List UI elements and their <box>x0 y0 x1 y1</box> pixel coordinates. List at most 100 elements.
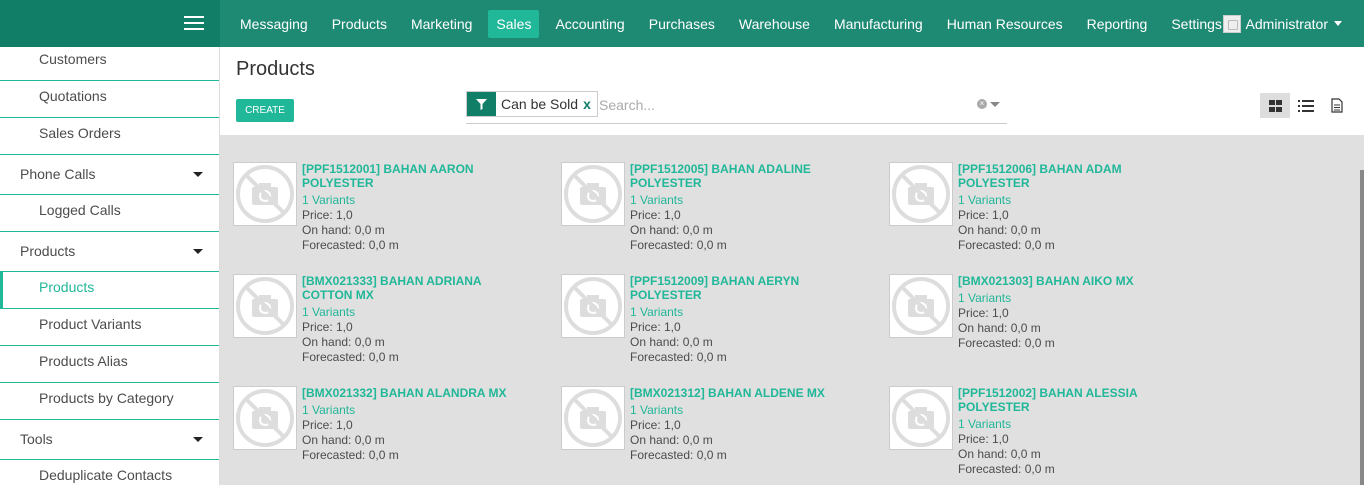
product-name[interactable]: [BMX021303] BAHAN AIKO MX <box>958 274 1183 288</box>
document-icon <box>1331 98 1343 113</box>
sidebar-item-2[interactable]: Sales Orders <box>0 118 219 155</box>
no-image-icon <box>564 277 622 335</box>
sidebar-section-10[interactable]: Tools <box>0 420 219 460</box>
menu-warehouse[interactable]: Warehouse <box>731 10 818 38</box>
product-variants-link[interactable]: 1 Variants <box>958 417 1183 432</box>
sidebar-section-5[interactable]: Products <box>0 232 219 272</box>
product-on-hand: On hand: 0,0 m <box>958 447 1041 461</box>
product-card[interactable]: [BMX021333] BAHAN ADRIANA COTTON MX 1 Va… <box>220 247 530 364</box>
view-switcher <box>1260 93 1353 118</box>
product-forecasted: Forecasted: 0,0 m <box>630 448 727 462</box>
user-menu[interactable]: Administrator <box>1222 0 1342 47</box>
search-input[interactable] <box>599 94 969 116</box>
create-button[interactable]: CREATE <box>236 99 294 122</box>
sidebar-item-6[interactable]: Products <box>0 272 219 309</box>
clear-search-icon[interactable]: × <box>977 99 987 109</box>
sidebar-item-8[interactable]: Products Alias <box>0 346 219 383</box>
sidebar-item-9[interactable]: Products by Category <box>0 383 219 420</box>
list-view-button[interactable] <box>1291 93 1321 118</box>
product-name[interactable]: [BMX021312] BAHAN ALDENE MX <box>630 386 855 400</box>
facet-label: Can be Sold <box>501 96 579 112</box>
product-name[interactable]: [BMX021332] BAHAN ALANDRA MX <box>302 386 527 400</box>
product-forecasted: Forecasted: 0,0 m <box>958 462 1055 476</box>
no-image-icon <box>236 277 294 335</box>
product-card[interactable]: [BMX021332] BAHAN ALANDRA MX 1 Variants … <box>220 359 530 462</box>
menu-sales[interactable]: Sales <box>488 9 540 38</box>
product-card[interactable]: [BMX021303] BAHAN AIKO MX 1 Variants Pri… <box>876 247 1186 350</box>
main-menu: Messaging Products Marketing Sales Accou… <box>232 0 1238 47</box>
no-image-icon <box>892 389 950 447</box>
product-info: [PPF1512005] BAHAN ADALINE POLYESTER 1 V… <box>630 162 855 253</box>
product-card[interactable]: [PPF1512002] BAHAN ALESSIA POLYESTER 1 V… <box>876 359 1186 476</box>
product-card[interactable]: [PPF1512006] BAHAN ADAM POLYESTER 1 Vari… <box>876 135 1186 252</box>
page-title: Products <box>236 58 315 80</box>
product-name[interactable]: [PPF1512005] BAHAN ADALINE POLYESTER <box>630 162 855 190</box>
menu-products[interactable]: Products <box>324 10 395 38</box>
product-image <box>233 274 297 338</box>
menu-reporting[interactable]: Reporting <box>1079 10 1156 38</box>
no-image-icon <box>892 277 950 335</box>
form-view-button[interactable] <box>1322 93 1352 118</box>
product-price: Price: 1,0 <box>958 306 1009 320</box>
product-price: Price: 1,0 <box>302 208 353 222</box>
product-price: Price: 1,0 <box>958 432 1009 446</box>
product-variants-link[interactable]: 1 Variants <box>302 305 527 320</box>
product-variants-link[interactable]: 1 Variants <box>302 193 527 208</box>
product-info: [BMX021303] BAHAN AIKO MX 1 Variants Pri… <box>958 274 1183 351</box>
product-card[interactable]: [PPF1512009] BAHAN AERYN POLYESTER 1 Var… <box>548 247 858 364</box>
product-on-hand: On hand: 0,0 m <box>302 223 385 237</box>
sidebar-item-7[interactable]: Product Variants <box>0 309 219 346</box>
no-image-icon <box>236 165 294 223</box>
product-variants-link[interactable]: 1 Variants <box>630 305 855 320</box>
sidebar-item-1[interactable]: Quotations <box>0 81 219 118</box>
product-variants-link[interactable]: 1 Variants <box>958 193 1183 208</box>
kanban-view-button[interactable] <box>1260 93 1290 118</box>
menu-human-resources[interactable]: Human Resources <box>939 10 1071 38</box>
product-price: Price: 1,0 <box>302 418 353 432</box>
search-options-caret-icon[interactable] <box>990 102 1000 107</box>
no-image-icon <box>892 165 950 223</box>
product-card[interactable]: [PPF1512001] BAHAN AARON POLYESTER 1 Var… <box>220 135 530 252</box>
product-variants-link[interactable]: 1 Variants <box>302 403 527 418</box>
product-name[interactable]: [PPF1512006] BAHAN ADAM POLYESTER <box>958 162 1183 190</box>
product-info: [PPF1512002] BAHAN ALESSIA POLYESTER 1 V… <box>958 386 1183 477</box>
caret-down-icon <box>193 172 203 177</box>
scrollbar-thumb[interactable] <box>1360 170 1364 485</box>
product-variants-link[interactable]: 1 Variants <box>630 193 855 208</box>
product-forecasted: Forecasted: 0,0 m <box>302 448 399 462</box>
product-variants-link[interactable]: 1 Variants <box>630 403 855 418</box>
product-name[interactable]: [PPF1512001] BAHAN AARON POLYESTER <box>302 162 527 190</box>
sidebar-item-0[interactable]: Customers <box>0 47 219 81</box>
product-price: Price: 1,0 <box>630 320 681 334</box>
product-variants-link[interactable]: 1 Variants <box>958 291 1183 306</box>
top-navbar: Messaging Products Marketing Sales Accou… <box>0 0 1364 47</box>
product-card[interactable]: [BMX021312] BAHAN ALDENE MX 1 Variants P… <box>548 359 858 462</box>
product-on-hand: On hand: 0,0 m <box>958 223 1041 237</box>
menu-settings[interactable]: Settings <box>1163 10 1230 38</box>
product-info: [BMX021332] BAHAN ALANDRA MX 1 Variants … <box>302 386 527 463</box>
product-name[interactable]: [BMX021333] BAHAN ADRIANA COTTON MX <box>302 274 527 302</box>
scrollbar[interactable] <box>1360 135 1364 485</box>
facet-remove-button[interactable]: x <box>583 92 597 116</box>
menu-manufacturing[interactable]: Manufacturing <box>826 10 931 38</box>
caret-down-icon <box>1334 21 1342 26</box>
menu-accounting[interactable]: Accounting <box>547 10 632 38</box>
sidebar-section-3[interactable]: Phone Calls <box>0 155 219 195</box>
menu-messaging[interactable]: Messaging <box>232 10 316 38</box>
product-name[interactable]: [PPF1512009] BAHAN AERYN POLYESTER <box>630 274 855 302</box>
product-info: [BMX021312] BAHAN ALDENE MX 1 Variants P… <box>630 386 855 463</box>
menu-marketing[interactable]: Marketing <box>403 10 480 38</box>
product-image <box>889 274 953 338</box>
sidebar-item-11[interactable]: Deduplicate Contacts <box>0 460 219 485</box>
product-info: [BMX021333] BAHAN ADRIANA COTTON MX 1 Va… <box>302 274 527 365</box>
product-name[interactable]: [PPF1512002] BAHAN ALESSIA POLYESTER <box>958 386 1183 414</box>
product-card[interactable]: [PPF1512005] BAHAN ADALINE POLYESTER 1 V… <box>548 135 858 252</box>
hamburger-menu-icon[interactable] <box>184 16 204 32</box>
menu-purchases[interactable]: Purchases <box>641 10 723 38</box>
filter-icon <box>467 92 496 116</box>
product-image <box>233 162 297 226</box>
sidebar-section-label: Products <box>20 243 76 259</box>
sidebar-item-4[interactable]: Logged Calls <box>0 195 219 232</box>
product-info: [PPF1512001] BAHAN AARON POLYESTER 1 Var… <box>302 162 527 253</box>
sidebar: Customers Quotations Sales Orders Phone Cal… <box>0 47 220 485</box>
